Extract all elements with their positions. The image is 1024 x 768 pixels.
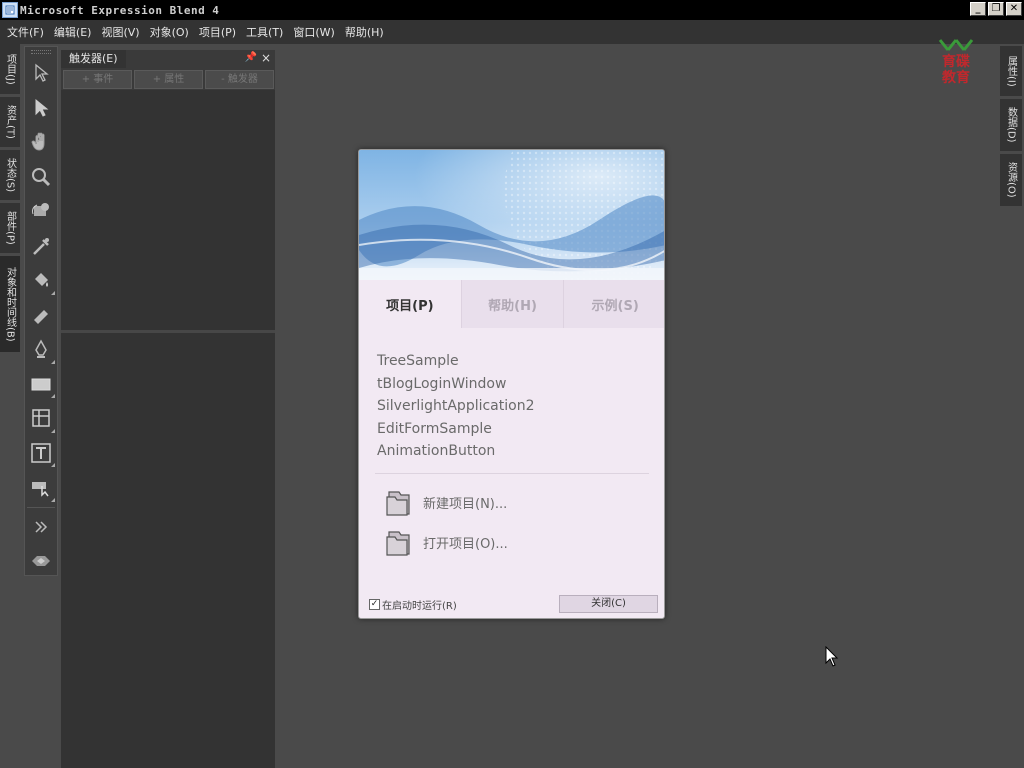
more-icon[interactable] <box>25 510 57 545</box>
window-title: Microsoft Expression Blend 4 <box>20 3 220 17</box>
watermark-line2: 教育 <box>942 69 970 84</box>
triggers-panel: 触发器(E) 📌 × + 事件 + 属性 - 触发器 <box>61 50 275 768</box>
left-panel-tabs: 项目(J) 资产(T) 状态(S) 部件(P) 对象和时间线(B) <box>0 44 20 355</box>
close-window-button[interactable]: ✕ <box>1006 2 1022 16</box>
run-at-startup-label: 在启动时运行(R) <box>382 601 457 612</box>
tab-states[interactable]: 状态(S) <box>0 150 20 200</box>
asset-icon[interactable] <box>25 470 57 505</box>
trigger-details <box>61 333 275 768</box>
tab-objects-timeline[interactable]: 对象和时间线(B) <box>0 256 20 352</box>
text-icon[interactable] <box>25 436 57 471</box>
rectangle-icon[interactable] <box>25 367 57 402</box>
tab-assets[interactable]: 资产(T) <box>0 97 20 147</box>
toolbox-grip[interactable] <box>31 50 51 54</box>
gradient-icon[interactable] <box>25 298 57 333</box>
restore-button[interactable]: ❐ <box>988 2 1004 16</box>
camera-orbit-icon[interactable] <box>25 194 57 229</box>
run-at-startup-checkbox[interactable]: ✓ <box>369 599 380 610</box>
triggers-panel-title[interactable]: 触发器(E) <box>61 50 126 68</box>
recent-project-link[interactable]: AnimationButton <box>377 440 534 463</box>
close-dialog-button[interactable]: 关闭(C) <box>559 595 658 613</box>
dialog-tabs: 项目(P) 帮助(H) 示例(S) <box>359 280 664 328</box>
folder-icon <box>386 491 410 516</box>
tab-samples[interactable]: 示例(S) <box>563 280 664 328</box>
tab-projects-dialog[interactable]: 项目(P) <box>359 280 461 328</box>
watermark-line1: 育碟 <box>942 53 970 70</box>
toolbox-separator <box>27 506 55 508</box>
menu-tools[interactable]: 工具(T) <box>241 24 288 40</box>
pen-icon[interactable] <box>25 332 57 367</box>
right-panel-tabs: 属性(I) 数据(D) 资源(O) <box>1000 46 1022 209</box>
welcome-banner <box>359 150 664 280</box>
run-at-startup-option[interactable]: ✓ 在启动时运行(R) <box>369 597 457 612</box>
add-property-button[interactable]: + 属性 <box>134 70 203 89</box>
tab-data[interactable]: 数据(D) <box>1000 99 1022 151</box>
pan-icon[interactable] <box>25 125 57 160</box>
direct-selection-icon[interactable] <box>25 91 57 126</box>
grid-icon[interactable] <box>25 401 57 436</box>
folder-icon <box>386 531 410 556</box>
eyedropper-icon[interactable] <box>25 229 57 264</box>
menu-edit[interactable]: 编辑(E) <box>49 24 97 40</box>
minimize-button[interactable]: _ <box>970 2 986 16</box>
tab-parts[interactable]: 部件(P) <box>0 203 20 253</box>
tab-properties[interactable]: 属性(I) <box>1000 46 1022 96</box>
toolbox <box>24 46 58 576</box>
menu-file[interactable]: 文件(F) <box>2 24 49 40</box>
close-icon[interactable]: × <box>261 51 271 65</box>
open-project-button[interactable]: 打开项目(O)... <box>383 526 508 558</box>
remove-trigger-button[interactable]: - 触发器 <box>205 70 274 89</box>
dialog-separator <box>375 473 649 474</box>
menu-help[interactable]: 帮助(H) <box>340 24 389 40</box>
menu-view[interactable]: 视图(V) <box>96 24 144 40</box>
zoom-icon[interactable] <box>25 160 57 195</box>
welcome-dialog: 项目(P) 帮助(H) 示例(S) TreeSample tBlogLoginW… <box>358 149 665 619</box>
assets-icon[interactable] <box>25 544 57 579</box>
selection-icon[interactable] <box>25 56 57 91</box>
recent-project-link[interactable]: EditFormSample <box>377 418 534 441</box>
add-event-button[interactable]: + 事件 <box>63 70 132 89</box>
app-icon[interactable] <box>2 2 18 18</box>
triggers-list <box>61 90 275 330</box>
tab-projects[interactable]: 项目(J) <box>0 44 20 94</box>
menu-window[interactable]: 窗口(W) <box>288 24 339 40</box>
new-project-label: 新建项目(N)... <box>423 496 508 512</box>
title-bar: Microsoft Expression Blend 4 _ ❐ ✕ <box>0 0 1024 20</box>
mouse-cursor-icon <box>825 646 839 667</box>
recent-projects-list: TreeSample tBlogLoginWindow SilverlightA… <box>377 350 534 463</box>
menu-project[interactable]: 项目(P) <box>194 24 241 40</box>
menu-object[interactable]: 对象(O) <box>145 24 194 40</box>
menu-bar: 文件(F) 编辑(E) 视图(V) 对象(O) 项目(P) 工具(T) 窗口(W… <box>0 20 1024 44</box>
pin-icon[interactable]: 📌 <box>245 52 257 63</box>
recent-project-link[interactable]: SilverlightApplication2 <box>377 395 534 418</box>
new-project-button[interactable]: 新建项目(N)... <box>383 486 507 518</box>
recent-project-link[interactable]: tBlogLoginWindow <box>377 373 534 396</box>
tab-help[interactable]: 帮助(H) <box>460 280 564 328</box>
tab-resources[interactable]: 资源(O) <box>1000 154 1022 206</box>
recent-project-link[interactable]: TreeSample <box>377 350 534 373</box>
watermark-logo: 育碟 教育 <box>936 38 976 86</box>
open-project-label: 打开项目(O)... <box>423 536 508 552</box>
paint-bucket-icon[interactable] <box>25 263 57 298</box>
